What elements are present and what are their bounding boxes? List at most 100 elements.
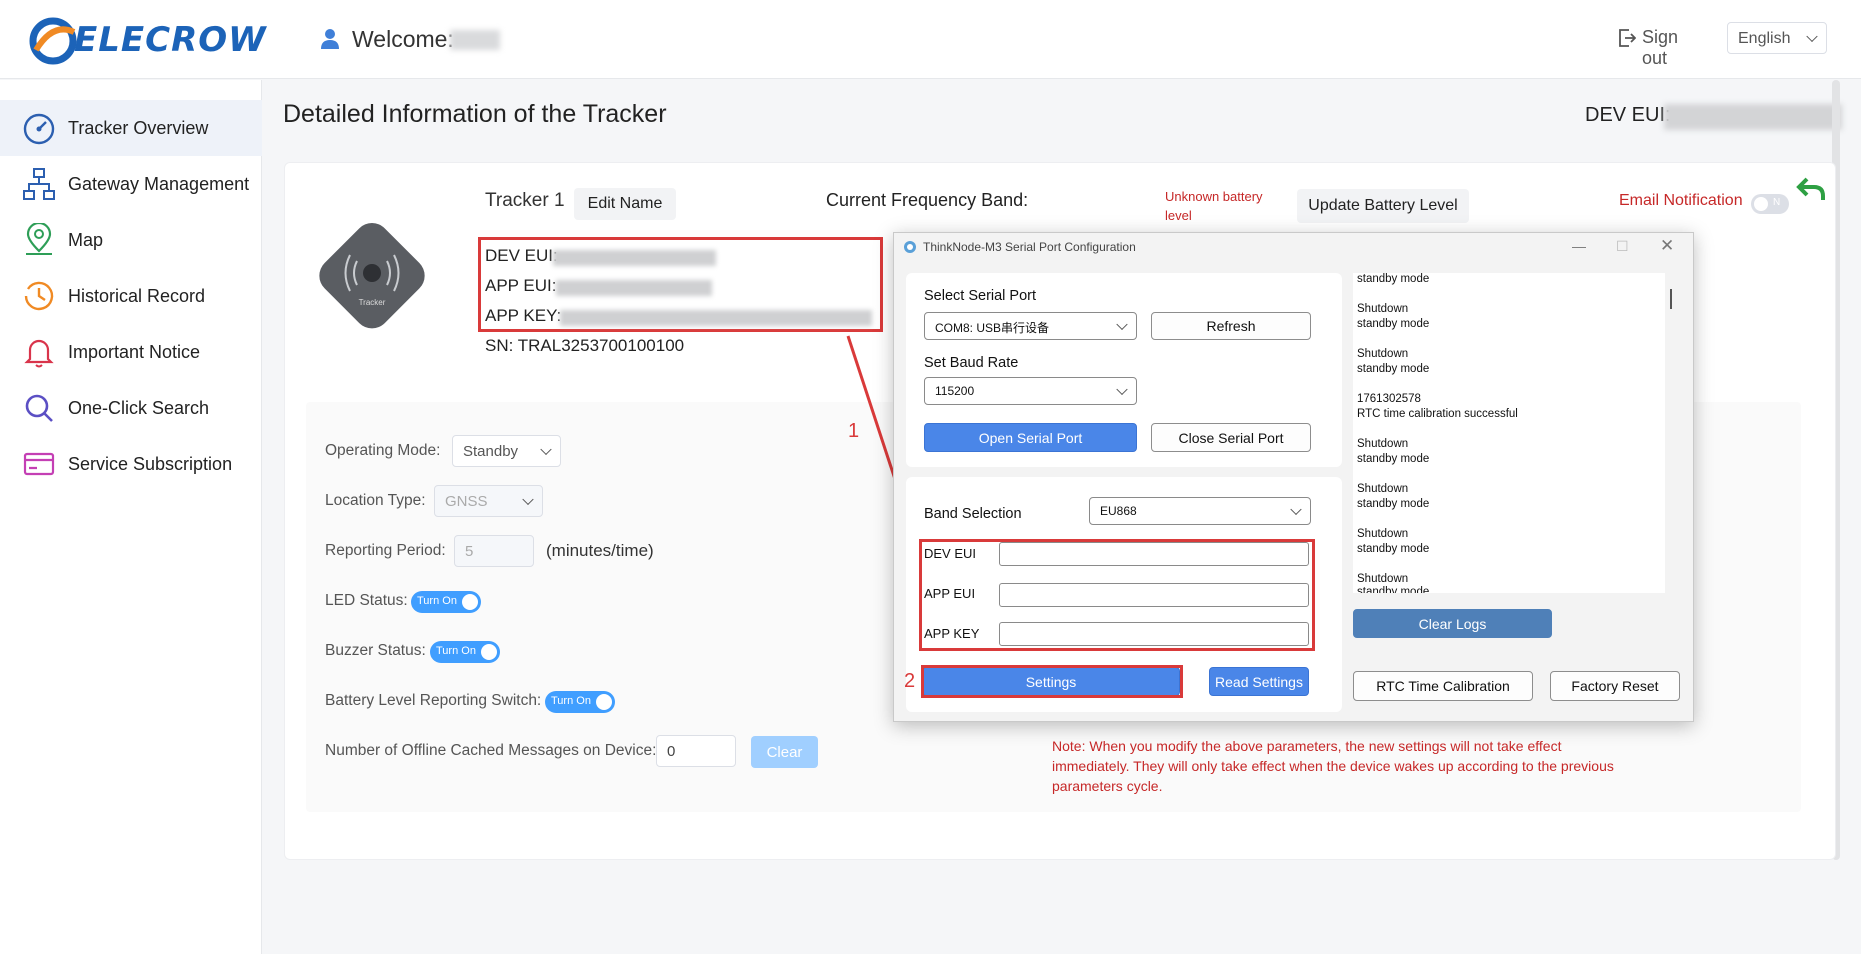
log-line: RTC time calibration successful <box>1357 408 1518 420</box>
chevron-down-icon <box>1290 503 1302 516</box>
factory-reset-button[interactable]: Factory Reset <box>1550 671 1680 701</box>
back-arrow-icon[interactable] <box>1796 176 1826 202</box>
clear-logs-button[interactable]: Clear Logs <box>1353 609 1552 638</box>
bell-icon <box>24 339 54 368</box>
top-header <box>0 0 1861 79</box>
read-settings-button[interactable]: Read Settings <box>1209 667 1309 696</box>
sidebar-item-gateway-management[interactable]: Gateway Management <box>0 156 262 212</box>
chevron-down-icon <box>1116 383 1128 396</box>
popup-app-key-input[interactable] <box>999 622 1309 646</box>
serial-port-combo[interactable]: COM8: USB串行设备 <box>924 312 1137 340</box>
log-line: Shutdown <box>1357 438 1409 450</box>
log-line: standby mode <box>1357 273 1430 285</box>
card-icon <box>23 452 55 476</box>
buzzer-status-toggle[interactable]: Turn On <box>430 641 500 663</box>
email-notification-toggle[interactable]: N <box>1751 194 1789 214</box>
app-window-icon <box>904 241 916 253</box>
sidebar-item-label: One-Click Search <box>68 397 210 418</box>
cached-messages-label: Number of Offline Cached Messages on Dev… <box>325 742 657 759</box>
reporting-period-label: Reporting Period: <box>325 542 446 559</box>
led-status-label: LED Status: <box>325 592 408 609</box>
update-battery-button[interactable]: Update Battery Level <box>1297 189 1469 223</box>
reporting-period-input[interactable]: 5 <box>454 535 534 567</box>
close-icon[interactable]: ✕ <box>1660 236 1674 256</box>
log-line: Shutdown <box>1357 348 1409 360</box>
log-line: standby mode <box>1357 498 1430 510</box>
popup-app-eui-label: APP EUI <box>924 586 976 601</box>
battery-report-toggle[interactable]: Turn On <box>545 691 615 713</box>
welcome-label: Welcome: <box>352 26 454 52</box>
dev-eui-header-redacted <box>1664 104 1842 130</box>
band-selection-combo[interactable]: EU868 <box>1089 497 1311 525</box>
window-title: ThinkNode-M3 Serial Port Configuration <box>923 240 1136 254</box>
sidebar-item-label: Map <box>68 229 104 250</box>
sidebar-item-one-click-search[interactable]: One-Click Search <box>0 380 262 436</box>
sidebar-item-label: Important Notice <box>68 341 201 362</box>
tracker-name: Tracker 1 <box>485 190 565 211</box>
maximize-icon[interactable]: ☐ <box>1616 238 1629 255</box>
dashboard-gauge-icon <box>23 113 55 145</box>
open-serial-port-button[interactable]: Open Serial Port <box>924 423 1137 452</box>
location-type-select[interactable]: GNSS <box>434 485 543 517</box>
app-eui-label: APP EUI: <box>485 276 557 295</box>
step-1-marker: 1 <box>848 420 860 442</box>
operating-mode-select[interactable]: Standby <box>452 435 561 467</box>
sidebar-item-service-subscription[interactable]: Service Subscription <box>0 436 262 492</box>
operating-mode-value: Standby <box>463 443 519 460</box>
log-line: Shutdown <box>1357 303 1409 315</box>
sidebar-item-label: Historical Record <box>68 285 206 306</box>
sign-out-label: Sign out <box>1642 27 1679 68</box>
sidebar-item-important-notice[interactable]: Important Notice <box>0 324 262 380</box>
toggle-text: Turn On <box>436 645 476 657</box>
reporting-period-value: 5 <box>465 543 474 560</box>
log-scrollbar[interactable] <box>1670 289 1672 309</box>
close-serial-port-button[interactable]: Close Serial Port <box>1151 423 1311 452</box>
clear-button[interactable]: Clear <box>751 736 818 768</box>
log-line: standby mode <box>1357 363 1430 375</box>
refresh-button[interactable]: Refresh <box>1151 312 1311 340</box>
operating-mode-label: Operating Mode: <box>325 442 441 459</box>
log-line: Shutdown <box>1357 573 1409 585</box>
cached-messages-input[interactable]: 0 <box>656 735 736 767</box>
popup-dev-eui-input[interactable] <box>999 542 1309 566</box>
serial-port-value: COM8: USB串行设备 <box>935 321 1050 335</box>
network-tree-icon <box>23 168 55 200</box>
log-line: Shutdown <box>1357 528 1409 540</box>
language-select[interactable]: English <box>1727 22 1827 54</box>
location-type-label: Location Type: <box>325 492 426 509</box>
battery-status: Unknown battery level <box>1165 189 1263 223</box>
sidebar-item-map[interactable]: Map <box>0 212 262 268</box>
serial-number: SN: TRAL3253700100100 <box>485 336 685 355</box>
popup-dev-eui-label: DEV EUI <box>924 546 977 561</box>
map-pin-icon <box>26 223 52 255</box>
location-type-value: GNSS <box>445 493 488 510</box>
email-notification-label: Email Notification <box>1619 192 1743 209</box>
language-value: English <box>1738 30 1791 47</box>
battery-switch-label: Battery Level Reporting Switch: <box>325 692 542 709</box>
sign-out-button[interactable]: Sign out <box>1618 22 1706 68</box>
tracker-device-image: Tracker <box>319 223 425 329</box>
sidebar-item-label: Service Subscription <box>68 453 233 474</box>
log-line: Shutdown <box>1357 483 1409 495</box>
app-eui-row: APP EUI: <box>485 276 557 296</box>
baud-rate-combo[interactable]: 115200 <box>924 377 1137 405</box>
step-2-marker: 2 <box>904 670 916 692</box>
popup-app-eui-input[interactable] <box>999 583 1309 607</box>
popup-app-key-label: APP KEY <box>924 626 980 641</box>
current-band-label: Current Frequency Band: <box>826 190 1029 210</box>
minimize-icon[interactable]: — <box>1572 238 1586 254</box>
settings-highlight-box <box>921 665 1183 698</box>
log-line: standby mode <box>1357 453 1430 465</box>
device-label: Tracker <box>359 298 386 307</box>
toggle-text: Turn On <box>551 695 591 707</box>
buzzer-status-label: Buzzer Status: <box>325 642 426 659</box>
edit-name-button[interactable]: Edit Name <box>574 188 676 220</box>
toggle-text: Turn On <box>417 595 457 607</box>
sign-out-icon <box>1619 29 1636 47</box>
sidebar-item-tracker-overview[interactable]: Tracker Overview <box>0 100 262 156</box>
sidebar-item-historical-record[interactable]: Historical Record <box>0 268 262 324</box>
led-status-toggle[interactable]: Turn On <box>411 591 481 613</box>
dev-eui-row: DEV EUI: <box>485 246 558 266</box>
rtc-calibration-button[interactable]: RTC Time Calibration <box>1353 671 1533 701</box>
cached-messages-value: 0 <box>667 743 676 760</box>
